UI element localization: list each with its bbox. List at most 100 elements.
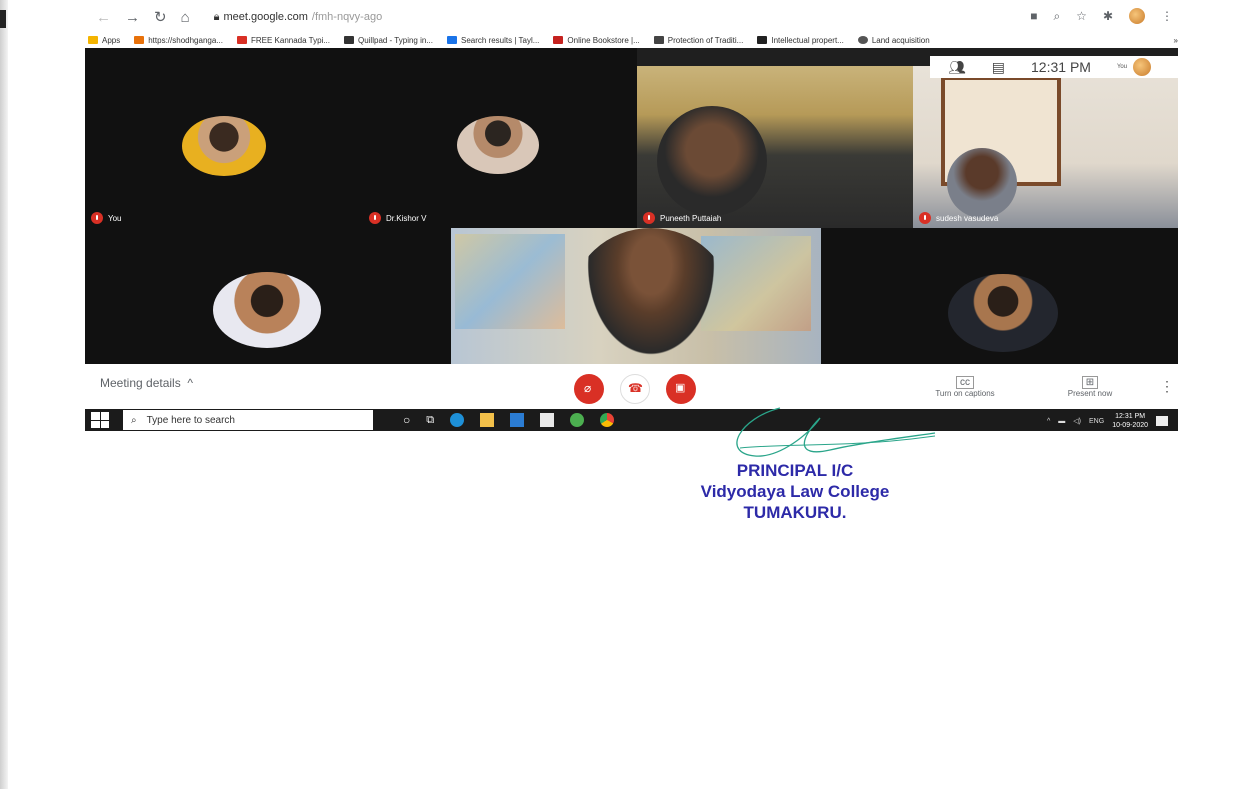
participant-name-label: Puneeth Puttaiah bbox=[660, 213, 722, 223]
windows-start-icon[interactable] bbox=[91, 412, 109, 428]
chevron-up-icon: ^ bbox=[184, 376, 194, 390]
bookmark-label: Protection of Traditi... bbox=[667, 35, 744, 45]
bookmarks-more[interactable]: » bbox=[1174, 36, 1178, 45]
reload-icon[interactable]: ↻ bbox=[154, 8, 167, 26]
bookmark-kannada[interactable]: FREE Kannada Typi... bbox=[236, 36, 330, 45]
participant-name-label: You bbox=[108, 213, 122, 223]
volume-icon[interactable]: ◁) bbox=[1073, 417, 1081, 425]
profile-avatar[interactable] bbox=[1129, 8, 1145, 24]
bookmark-icon bbox=[757, 36, 768, 44]
leave-call-button[interactable]: ☎ bbox=[620, 374, 650, 404]
camera-icon[interactable]: ■ bbox=[1030, 9, 1037, 23]
participant-tile-puneeth[interactable]: Puneeth Puttaiah bbox=[637, 66, 913, 228]
clock-date: 10-09-2020 bbox=[1112, 422, 1148, 429]
present-label: Present now bbox=[1067, 389, 1113, 398]
file-explorer-icon[interactable] bbox=[480, 413, 495, 427]
participant-tile-kishor[interactable]: Dr.Kishor V bbox=[363, 48, 637, 228]
participant-tile-sudesh[interactable]: sudesh vasudeva bbox=[913, 66, 1178, 228]
mic-off-icon bbox=[643, 212, 655, 224]
edge-icon[interactable] bbox=[450, 413, 465, 427]
mic-off-icon: ⌀ bbox=[584, 381, 592, 395]
browser-navbar: ← → ↻ ⌂ 🔒︎ meet.google.com/fmh-nqvy-ago bbox=[96, 6, 382, 28]
chrome-icon[interactable] bbox=[600, 413, 615, 427]
captions-label: Turn on captions bbox=[935, 389, 995, 398]
avatar bbox=[182, 116, 266, 176]
video-person bbox=[657, 106, 767, 216]
globe-icon bbox=[857, 36, 868, 44]
battery-icon[interactable]: ▬ bbox=[1058, 418, 1065, 425]
bookmark-quillpad[interactable]: Quillpad - Typing in... bbox=[343, 35, 433, 45]
star-icon[interactable]: ☆ bbox=[1076, 9, 1087, 23]
participant-tile-speaker[interactable] bbox=[451, 228, 821, 364]
bookmark-protection[interactable]: Protection of Traditi... bbox=[653, 35, 744, 45]
participant-tile-7[interactable] bbox=[821, 228, 1178, 364]
stamp-college: Vidyodaya Law College bbox=[700, 482, 890, 501]
extensions-icon[interactable]: ✱ bbox=[1103, 9, 1113, 23]
stamp-title: PRINCIPAL I/C bbox=[736, 461, 854, 480]
meeting-details-label: Meeting details bbox=[100, 376, 181, 390]
bookmark-icon bbox=[134, 36, 145, 44]
url-path: /fmh-nqvy-ago bbox=[311, 11, 383, 23]
present-now-button[interactable]: ⊞ Present now bbox=[1055, 376, 1125, 398]
video-person bbox=[947, 148, 1017, 218]
self-label: You bbox=[1116, 64, 1128, 70]
bookmark-ip[interactable]: Intellectual propert... bbox=[757, 35, 844, 45]
bookmark-shodhganga[interactable]: https://shodhganga... bbox=[134, 36, 223, 45]
camera-off-icon: ▣ bbox=[675, 382, 686, 394]
taskbar-clock[interactable]: 12:31 PM 10-09-2020 bbox=[1112, 412, 1148, 430]
bookmark-bookstore[interactable]: Online Bookstore |... bbox=[553, 36, 640, 45]
mic-off-icon bbox=[919, 212, 931, 224]
avatar bbox=[948, 274, 1058, 352]
institution-stamp: PRINCIPAL I/C Vidyodaya Law College TUMA… bbox=[645, 460, 945, 523]
app-icon[interactable] bbox=[570, 413, 585, 427]
language-indicator[interactable]: ENG bbox=[1089, 418, 1104, 425]
people-icon[interactable]: 👥︎ bbox=[948, 59, 966, 76]
bookmark-land[interactable]: Land acquisition bbox=[857, 35, 930, 45]
home-icon[interactable]: ⌂ bbox=[181, 9, 190, 26]
task-view-icon[interactable]: ⧉ bbox=[426, 414, 434, 427]
notifications-icon[interactable] bbox=[1156, 416, 1168, 426]
more-options-icon[interactable]: ⋮ bbox=[1160, 378, 1174, 395]
meet-clock: 12:31 PM bbox=[1031, 59, 1091, 75]
self-avatar[interactable] bbox=[1133, 58, 1152, 76]
bookmark-label: Land acquisition bbox=[871, 35, 930, 45]
bookmark-label: https://shodhganga... bbox=[148, 35, 223, 45]
mic-toggle-button[interactable]: ⌀ bbox=[574, 374, 604, 404]
taskbar-apps: ○ ⧉ bbox=[403, 413, 615, 427]
bookmark-label: Intellectual propert... bbox=[771, 35, 844, 45]
bookmark-icon bbox=[553, 36, 564, 44]
windows-taskbar: ⌕ Type here to search ○ ⧉ ^ ▬ ◁) ENG 12:… bbox=[85, 409, 1178, 431]
participant-name: sudesh vasudeva bbox=[919, 212, 998, 224]
participant-name: Dr.Kishor V bbox=[369, 212, 426, 224]
mail-icon[interactable] bbox=[510, 413, 525, 427]
system-tray: ^ ▬ ◁) ENG 12:31 PM 10-09-2020 bbox=[1047, 412, 1168, 430]
back-icon[interactable]: ← bbox=[96, 9, 111, 26]
clock-time: 12:31 PM bbox=[1115, 413, 1146, 420]
phone-hangup-icon: ☎ bbox=[628, 381, 643, 395]
avatar bbox=[213, 272, 321, 348]
cortana-icon[interactable]: ○ bbox=[403, 413, 410, 427]
avatar bbox=[457, 116, 539, 174]
bookmark-icon bbox=[653, 36, 664, 44]
taskbar-search-input[interactable]: ⌕ Type here to search bbox=[123, 410, 373, 430]
bookmark-apps[interactable]: Apps bbox=[88, 36, 120, 45]
camera-toggle-button[interactable]: ▣ bbox=[666, 374, 696, 404]
chat-icon[interactable]: ▤ bbox=[992, 59, 1005, 76]
bookmark-search-results[interactable]: Search results | Tayl... bbox=[447, 36, 539, 45]
zoom-icon[interactable]: ⌕ bbox=[1053, 9, 1060, 24]
store-icon[interactable] bbox=[540, 413, 555, 427]
captions-button[interactable]: cc Turn on captions bbox=[930, 376, 1000, 398]
forward-icon[interactable]: → bbox=[125, 9, 140, 26]
wall-map bbox=[455, 234, 565, 329]
bookmark-label: Search results | Tayl... bbox=[461, 35, 540, 45]
menu-icon[interactable]: ⋮ bbox=[1161, 9, 1173, 23]
participant-tile-5[interactable] bbox=[85, 228, 451, 364]
page-edge-mark bbox=[0, 10, 6, 28]
chevron-up-icon[interactable]: ^ bbox=[1047, 418, 1050, 425]
meeting-details-button[interactable]: Meeting details ^ bbox=[100, 376, 193, 390]
meet-top-panel: 👥︎ ▤ 12:31 PM You bbox=[930, 56, 1198, 78]
participant-tile-you[interactable]: You bbox=[85, 48, 363, 228]
address-bar[interactable]: 🔒︎ meet.google.com/fmh-nqvy-ago bbox=[214, 11, 383, 24]
bookmark-label: Quillpad - Typing in... bbox=[357, 35, 433, 45]
present-icon: ⊞ bbox=[1081, 376, 1099, 389]
